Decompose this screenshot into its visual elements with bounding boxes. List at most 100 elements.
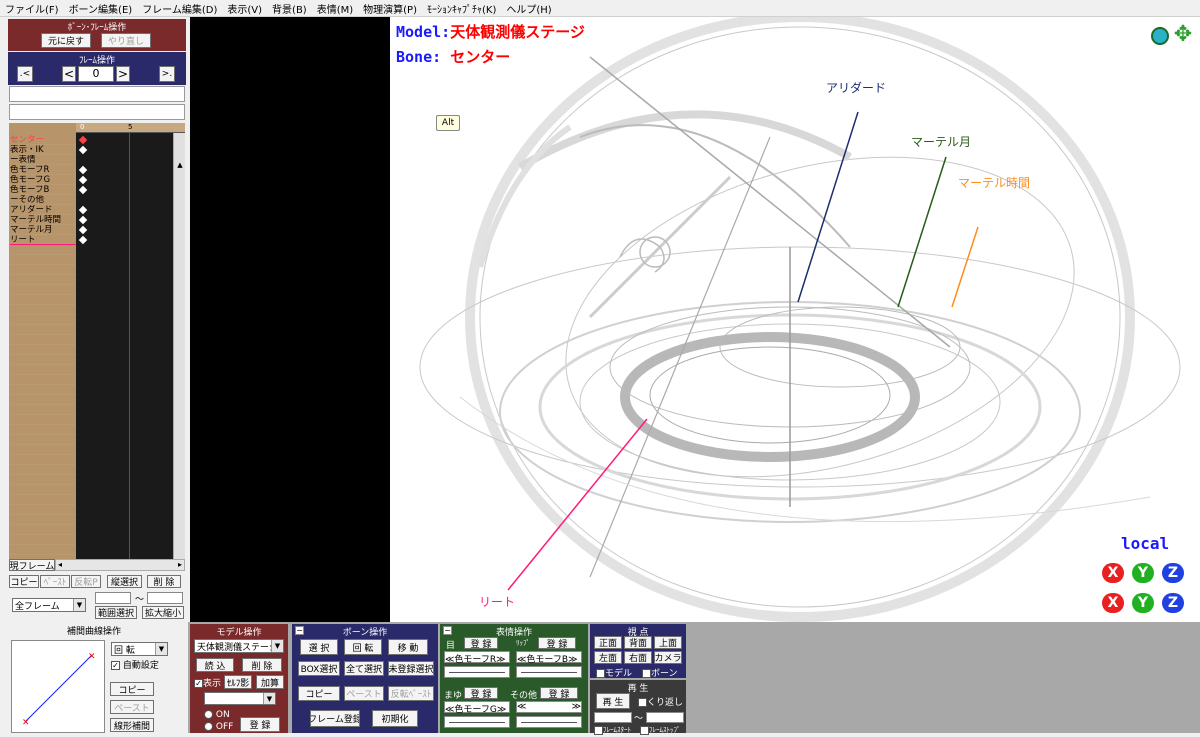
timeline-scrollbar[interactable]: ▲ bbox=[173, 133, 185, 559]
track-row[interactable]: センター bbox=[10, 135, 76, 145]
last-frame-button[interactable]: >. bbox=[159, 66, 175, 82]
model-select[interactable]: 天体観測儀ステージ ▼ bbox=[194, 639, 284, 653]
undo-button[interactable]: 元に戻す bbox=[41, 33, 91, 48]
range-end-input[interactable] bbox=[147, 592, 183, 604]
play-end-input[interactable] bbox=[646, 712, 684, 723]
linear-interp-button[interactable]: 線形補間 bbox=[110, 718, 154, 732]
3d-viewport[interactable]: Model:天体観測儀ステージ Bone: センター Alt アリダード マーテ… bbox=[390, 17, 1200, 622]
menu-background[interactable]: 背景(B) bbox=[267, 1, 312, 16]
repeat-checkbox[interactable]: くり返し bbox=[638, 695, 683, 708]
menu-file[interactable]: ファイル(F) bbox=[0, 1, 64, 16]
load-model-button[interactable]: 読 込 bbox=[196, 658, 234, 672]
rotate-z-icon[interactable]: Z bbox=[1162, 563, 1184, 583]
vertical-select-button[interactable]: 縦選択 bbox=[107, 575, 142, 588]
brow-register-button[interactable]: 登 録 bbox=[464, 687, 498, 699]
redo-button[interactable]: やり直し bbox=[101, 33, 151, 48]
track-row[interactable]: マーテル時間 bbox=[10, 215, 76, 225]
box-select-button[interactable]: BOX選択 bbox=[298, 661, 340, 676]
lip-register-button[interactable]: 登 録 bbox=[538, 637, 576, 649]
paste-frame-button[interactable]: ﾍﾟｰｽﾄ bbox=[40, 575, 70, 588]
bone-invert-paste-button[interactable]: 反転ﾍﾟｰｽﾄ bbox=[388, 686, 434, 701]
initialize-button[interactable]: 初期化 bbox=[372, 710, 418, 727]
track-row[interactable]: 色モーフB bbox=[10, 185, 76, 195]
horizontal-scrollbar[interactable]: ◂ ▸ bbox=[55, 559, 185, 571]
interp-paste-button[interactable]: ペースト bbox=[110, 700, 154, 714]
view-left-button[interactable]: 左面 bbox=[594, 651, 622, 664]
eye-register-button[interactable]: 登 録 bbox=[464, 637, 498, 649]
interp-curve-graph[interactable]: ✕ ✕ bbox=[11, 640, 105, 733]
view-model-checkbox[interactable]: モデル bbox=[596, 666, 632, 679]
eye-morph-select[interactable]: ≪色モーフR≫ bbox=[444, 651, 510, 665]
bone-rotate-button[interactable]: 回 転 bbox=[344, 639, 382, 655]
frame-number-input[interactable]: 0 bbox=[78, 66, 114, 82]
view-back-button[interactable]: 背面 bbox=[624, 636, 652, 649]
bone-copy-button[interactable]: コピー bbox=[298, 686, 340, 701]
play-start-input[interactable] bbox=[594, 712, 632, 723]
track-row[interactable]: リート bbox=[10, 235, 76, 245]
menu-physics[interactable]: 物理演算(P) bbox=[358, 1, 422, 16]
add-blend-button[interactable]: 加算 bbox=[256, 675, 284, 689]
rotate-x-icon[interactable]: X bbox=[1102, 563, 1124, 583]
local-mode-label[interactable]: local bbox=[1121, 534, 1169, 553]
display-checkbox[interactable]: ✓表示 bbox=[194, 676, 221, 689]
unregistered-select-button[interactable]: 未登録選択 bbox=[388, 661, 434, 676]
first-frame-button[interactable]: .< bbox=[17, 66, 33, 82]
zoom-icon[interactable] bbox=[1151, 27, 1169, 45]
bone-move-button[interactable]: 移 動 bbox=[388, 639, 428, 655]
on-radio[interactable]: ON bbox=[204, 710, 230, 720]
self-shadow-button[interactable]: ｾﾙﾌ影 bbox=[224, 675, 252, 689]
select-all-button[interactable]: 全て選択 bbox=[344, 661, 384, 676]
brow-morph-select[interactable]: ≪色モーフG≫ bbox=[444, 701, 510, 715]
eye-morph-slider[interactable] bbox=[444, 666, 510, 678]
menu-view[interactable]: 表示(V) bbox=[222, 1, 267, 16]
off-radio[interactable]: OFF bbox=[204, 722, 233, 732]
track-row[interactable]: 表示・IK bbox=[10, 145, 76, 155]
scroll-right-icon[interactable]: ▸ bbox=[178, 560, 182, 569]
menu-facial[interactable]: 表情(M) bbox=[312, 1, 358, 16]
track-row[interactable]: 色モーフG bbox=[10, 175, 76, 185]
menu-frame-edit[interactable]: フレーム編集(D) bbox=[137, 1, 222, 16]
track-row[interactable]: マーテル月 bbox=[10, 225, 76, 235]
other-morph-slider[interactable] bbox=[516, 716, 582, 728]
auto-set-checkbox[interactable]: ✓ 自動設定 bbox=[111, 658, 159, 671]
track-row[interactable]: 色モーフR bbox=[10, 165, 76, 175]
other-register-button[interactable]: 登 録 bbox=[540, 687, 578, 699]
invert-paste-button[interactable]: 反転P bbox=[71, 575, 101, 588]
view-front-button[interactable]: 正面 bbox=[594, 636, 622, 649]
menu-motion-capture[interactable]: ﾓｰｼｮﾝｷｬﾌﾟﾁｬ(K) bbox=[422, 1, 501, 16]
scroll-up-icon[interactable]: ▲ bbox=[175, 161, 185, 171]
lip-morph-slider[interactable] bbox=[516, 666, 582, 678]
next-frame-button[interactable]: > bbox=[116, 66, 130, 82]
range-start-input[interactable] bbox=[95, 592, 131, 604]
interp-copy-button[interactable]: コピー bbox=[110, 682, 154, 696]
play-button[interactable]: 再 生 bbox=[596, 693, 630, 709]
track-row[interactable]: ー表情 bbox=[10, 155, 76, 165]
range-select-dropdown[interactable]: 全フレーム ▼ bbox=[12, 598, 86, 612]
bone-select-button[interactable]: 選 択 bbox=[300, 639, 338, 655]
current-frame-button[interactable]: 現フレーム bbox=[9, 559, 55, 571]
lip-morph-select[interactable]: ≪色モーフB≫ bbox=[516, 651, 582, 665]
delete-frame-button[interactable]: 削 除 bbox=[147, 575, 181, 588]
brow-morph-slider[interactable] bbox=[444, 716, 510, 728]
view-top-button[interactable]: 上面 bbox=[654, 636, 682, 649]
delete-model-button[interactable]: 削 除 bbox=[242, 658, 282, 672]
bone-paste-button[interactable]: ペースト bbox=[344, 686, 384, 701]
move-x-icon[interactable]: X bbox=[1102, 593, 1124, 613]
move-view-icon[interactable]: ✥ bbox=[1172, 24, 1194, 47]
copy-frame-button[interactable]: コピー bbox=[9, 575, 39, 588]
view-bone-checkbox[interactable]: ボーン bbox=[642, 666, 678, 679]
track-row[interactable]: アリダード bbox=[10, 205, 76, 215]
expand-shrink-button[interactable]: 拡大縮小 bbox=[142, 606, 184, 619]
frame-register-button[interactable]: フレーム登録 bbox=[310, 710, 360, 727]
interp-mode-select[interactable]: 回 転 ▼ bbox=[111, 642, 168, 656]
range-select-button[interactable]: 範囲選択 bbox=[95, 606, 137, 619]
menu-bone-edit[interactable]: ボーン編集(E) bbox=[64, 1, 138, 16]
move-z-icon[interactable]: Z bbox=[1162, 593, 1184, 613]
track-row[interactable]: ーその他 bbox=[10, 195, 76, 205]
prev-frame-button[interactable]: < bbox=[62, 66, 76, 82]
scroll-left-icon[interactable]: ◂ bbox=[58, 560, 62, 569]
accessory-select[interactable]: ▼ bbox=[204, 692, 276, 705]
frame-stop-checkbox[interactable]: ﾌﾚｰﾑｽﾄｯﾌﾟ bbox=[640, 725, 681, 735]
move-y-icon[interactable]: Y bbox=[1132, 593, 1154, 613]
model-register-button[interactable]: 登 録 bbox=[240, 717, 280, 732]
